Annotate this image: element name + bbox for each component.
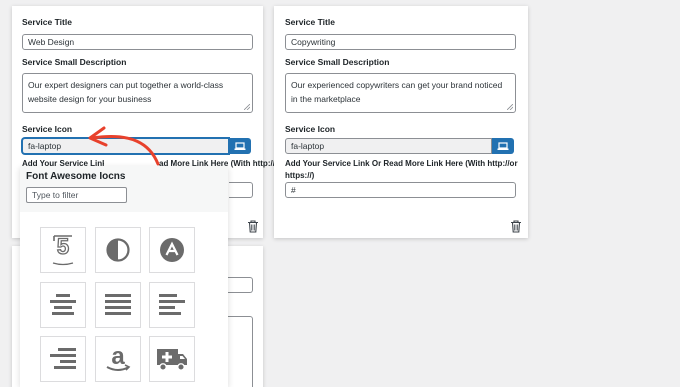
icon-option-align-justify[interactable] — [95, 282, 141, 328]
icon-picker-button[interactable] — [492, 138, 514, 154]
service-description-label: Service Small Description — [285, 57, 390, 67]
icon-option-adjust[interactable] — [95, 227, 141, 273]
adn-icon — [160, 238, 184, 262]
icon-option-align-right[interactable] — [40, 336, 86, 382]
icon-option-ambulance[interactable] — [149, 336, 195, 382]
resize-grip-icon[interactable] — [244, 104, 250, 110]
service-description-textarea[interactable] — [228, 316, 253, 387]
service-title-input[interactable]: Copywriting — [285, 34, 516, 50]
service-description-text: Our expert designers can put together a … — [28, 80, 224, 104]
service-title-label: Service Title — [22, 17, 72, 27]
align-justify-icon — [105, 294, 131, 315]
laptop-icon — [234, 141, 246, 150]
service-icon-label: Service Icon — [285, 124, 336, 134]
align-right-icon — [50, 348, 76, 369]
service-description-textarea[interactable]: Our experienced copywriters can get your… — [285, 73, 516, 113]
service-title-input[interactable]: Web Design — [22, 34, 253, 50]
service-card-copywriting: Service Title Copywriting Service Small … — [274, 6, 528, 238]
resize-grip-icon[interactable] — [507, 104, 513, 110]
icon-picker-button[interactable] — [229, 138, 251, 154]
service-title-input[interactable] — [228, 277, 253, 293]
icon-picker-header: Font Awesome Iocns Type to filter — [20, 166, 228, 212]
service-icon-label: Service Icon — [22, 124, 73, 134]
service-description-textarea[interactable]: Our expert designers can put together a … — [22, 73, 253, 113]
icon-picker-title: Font Awesome Iocns — [26, 171, 126, 182]
html5-icon: 5 — [52, 233, 74, 266]
service-icon-input[interactable]: fa-laptop — [22, 138, 229, 154]
amazon-icon: a — [106, 344, 131, 371]
icon-option-adn[interactable] — [149, 227, 195, 273]
icon-option-align-left[interactable] — [149, 282, 195, 328]
adjust-icon — [106, 238, 130, 262]
service-link-input[interactable] — [229, 182, 253, 198]
service-link-input[interactable]: # — [285, 182, 516, 198]
trash-icon[interactable] — [247, 220, 259, 233]
service-link-label: Add Your Service Link Or Read More Link … — [285, 159, 518, 180]
laptop-icon — [497, 141, 509, 150]
icon-option-align-center[interactable] — [40, 282, 86, 328]
align-left-icon — [159, 294, 185, 315]
service-title-label: Service Title — [285, 17, 335, 27]
trash-icon[interactable] — [510, 220, 522, 233]
align-center-icon — [50, 294, 76, 315]
ambulance-icon — [157, 349, 187, 371]
service-description-label: Service Small Description — [22, 57, 127, 67]
icon-option-html5[interactable]: 5 — [40, 227, 86, 273]
icon-filter-input[interactable]: Type to filter — [26, 187, 127, 203]
icon-picker-popup: Font Awesome Iocns Type to filter 5 a — [20, 166, 228, 387]
icon-option-amazon[interactable]: a — [95, 336, 141, 382]
svg-text:5: 5 — [57, 234, 69, 259]
service-icon-input[interactable]: fa-laptop — [285, 138, 492, 154]
svg-text:a: a — [111, 344, 125, 370]
service-description-text: Our experienced copywriters can get your… — [291, 80, 503, 104]
